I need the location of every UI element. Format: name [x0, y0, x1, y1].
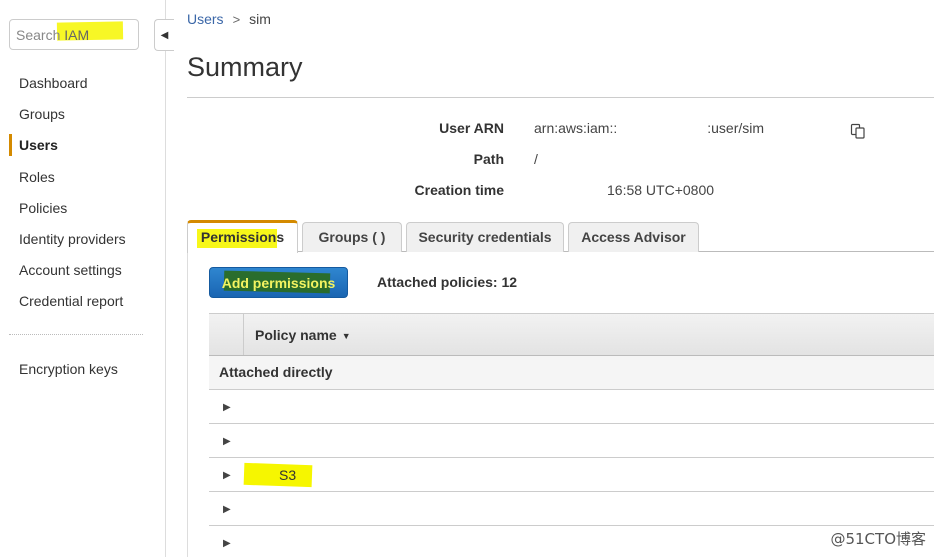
button-label: Add permissions: [221, 274, 336, 291]
policy-name[interactable]: S3: [279, 467, 296, 483]
collapse-sidebar-button[interactable]: ◀: [154, 19, 174, 51]
tab-label: Groups ( ): [318, 229, 386, 245]
add-permissions-button[interactable]: Add permissions: [209, 267, 348, 298]
sidebar-item-dashboard[interactable]: Dashboard: [0, 72, 166, 103]
caret-right-icon[interactable]: ▶: [223, 504, 231, 515]
watermark: @51CTO博客: [830, 530, 926, 548]
tab-security-credentials[interactable]: Security credentials: [406, 222, 564, 252]
caret-right-icon[interactable]: ▶: [223, 470, 231, 481]
highlight-mark: [243, 462, 313, 488]
table-row: ▶: [209, 390, 934, 424]
table-header: Policy name ▼: [209, 313, 934, 356]
user-arn-value: arn:aws:iam:::user/sim: [534, 120, 764, 136]
caret-right-icon[interactable]: ▶: [223, 538, 231, 549]
search-input[interactable]: [9, 19, 139, 50]
column-policy-name[interactable]: Policy name ▼: [255, 327, 351, 343]
group-header-attached-directly: Attached directly: [209, 356, 934, 390]
policies-table: Policy name ▼ Attached directly ▶ ▶ ▶ S3 ▶…: [209, 313, 934, 557]
sidebar-item-label: Policies: [19, 199, 68, 216]
sidebar-item-credential-report[interactable]: Credential report: [0, 290, 166, 321]
sidebar-divider: [9, 334, 143, 335]
summary-row-path: Path /: [187, 151, 934, 171]
creation-time-value: 16:58 UTC+0800: [607, 182, 715, 198]
sidebar-item-label: Dashboard: [19, 75, 88, 91]
sidebar-item-policies[interactable]: Policies: [0, 197, 166, 228]
breadcrumb-current: sim: [249, 11, 271, 27]
table-row: ▶ S3: [209, 458, 934, 492]
sidebar-item-label: Identity providers: [19, 230, 126, 247]
user-arn-label: User ARN: [439, 120, 504, 136]
sidebar-item-label: Users: [19, 137, 58, 154]
chevron-right-icon: >: [232, 12, 241, 27]
main-content: Users > sim Summary User ARN arn:aws:iam::…: [187, 0, 934, 557]
user-arn-suffix: :user/sim: [707, 120, 765, 136]
sidebar-item-encryption-keys[interactable]: Encryption keys: [19, 361, 118, 377]
sidebar-item-identity-providers[interactable]: Identity providers: [0, 228, 166, 259]
tab-groups[interactable]: Groups ( ): [302, 222, 402, 252]
sidebar-nav: Dashboard Groups Users Roles Policies Id…: [0, 72, 166, 322]
user-arn-prefix: arn:aws:iam::: [534, 120, 618, 136]
sidebar-item-label: Account settings: [19, 262, 122, 279]
tab-label: Access Advisor: [581, 229, 686, 245]
sidebar-item-label: Groups: [19, 106, 65, 123]
tab-bar: Permissions Groups ( ) Security credenti…: [187, 220, 934, 253]
tab-label: Security credentials: [418, 229, 552, 245]
column-label: Policy name: [255, 327, 337, 343]
title-divider: [187, 97, 934, 98]
attached-policies-count: Attached policies: 12: [377, 274, 518, 290]
sidebar-item-account-settings[interactable]: Account settings: [0, 259, 166, 290]
breadcrumb-users-link[interactable]: Users: [187, 11, 224, 27]
path-label: Path: [473, 151, 504, 167]
table-row: ▶: [209, 526, 934, 557]
summary-row-creation-time: Creation time 16:58 UTC+0800: [187, 182, 934, 202]
copy-icon[interactable]: [850, 123, 866, 139]
tab-label: Permissions: [200, 229, 285, 245]
tab-permissions[interactable]: Permissions: [187, 220, 298, 253]
sidebar-item-roles[interactable]: Roles: [0, 166, 166, 197]
table-row: ▶: [209, 492, 934, 526]
caret-left-icon: ◀: [160, 29, 169, 41]
page-title: Summary: [187, 52, 303, 82]
sidebar: Search IAM Dashboard Groups Users Roles …: [0, 0, 166, 557]
sidebar-item-users[interactable]: Users: [0, 133, 166, 165]
creation-time-label: Creation time: [414, 182, 504, 198]
sidebar-item-groups[interactable]: Groups: [0, 103, 166, 134]
summary-row-user-arn: User ARN arn:aws:iam:::user/sim: [187, 120, 934, 140]
caret-down-icon: ▼: [341, 331, 351, 341]
permissions-panel: Add permissions Attached policies: 12 Po…: [187, 252, 934, 557]
tab-access-advisor[interactable]: Access Advisor: [568, 222, 699, 252]
table-row: ▶: [209, 424, 934, 458]
path-value: /: [534, 151, 538, 167]
caret-right-icon[interactable]: ▶: [223, 402, 231, 413]
select-column: [209, 314, 244, 355]
breadcrumb: Users > sim: [187, 11, 271, 27]
sidebar-item-label: Roles: [19, 168, 55, 185]
caret-right-icon[interactable]: ▶: [223, 436, 231, 447]
sidebar-item-label: Credential report: [19, 293, 124, 310]
